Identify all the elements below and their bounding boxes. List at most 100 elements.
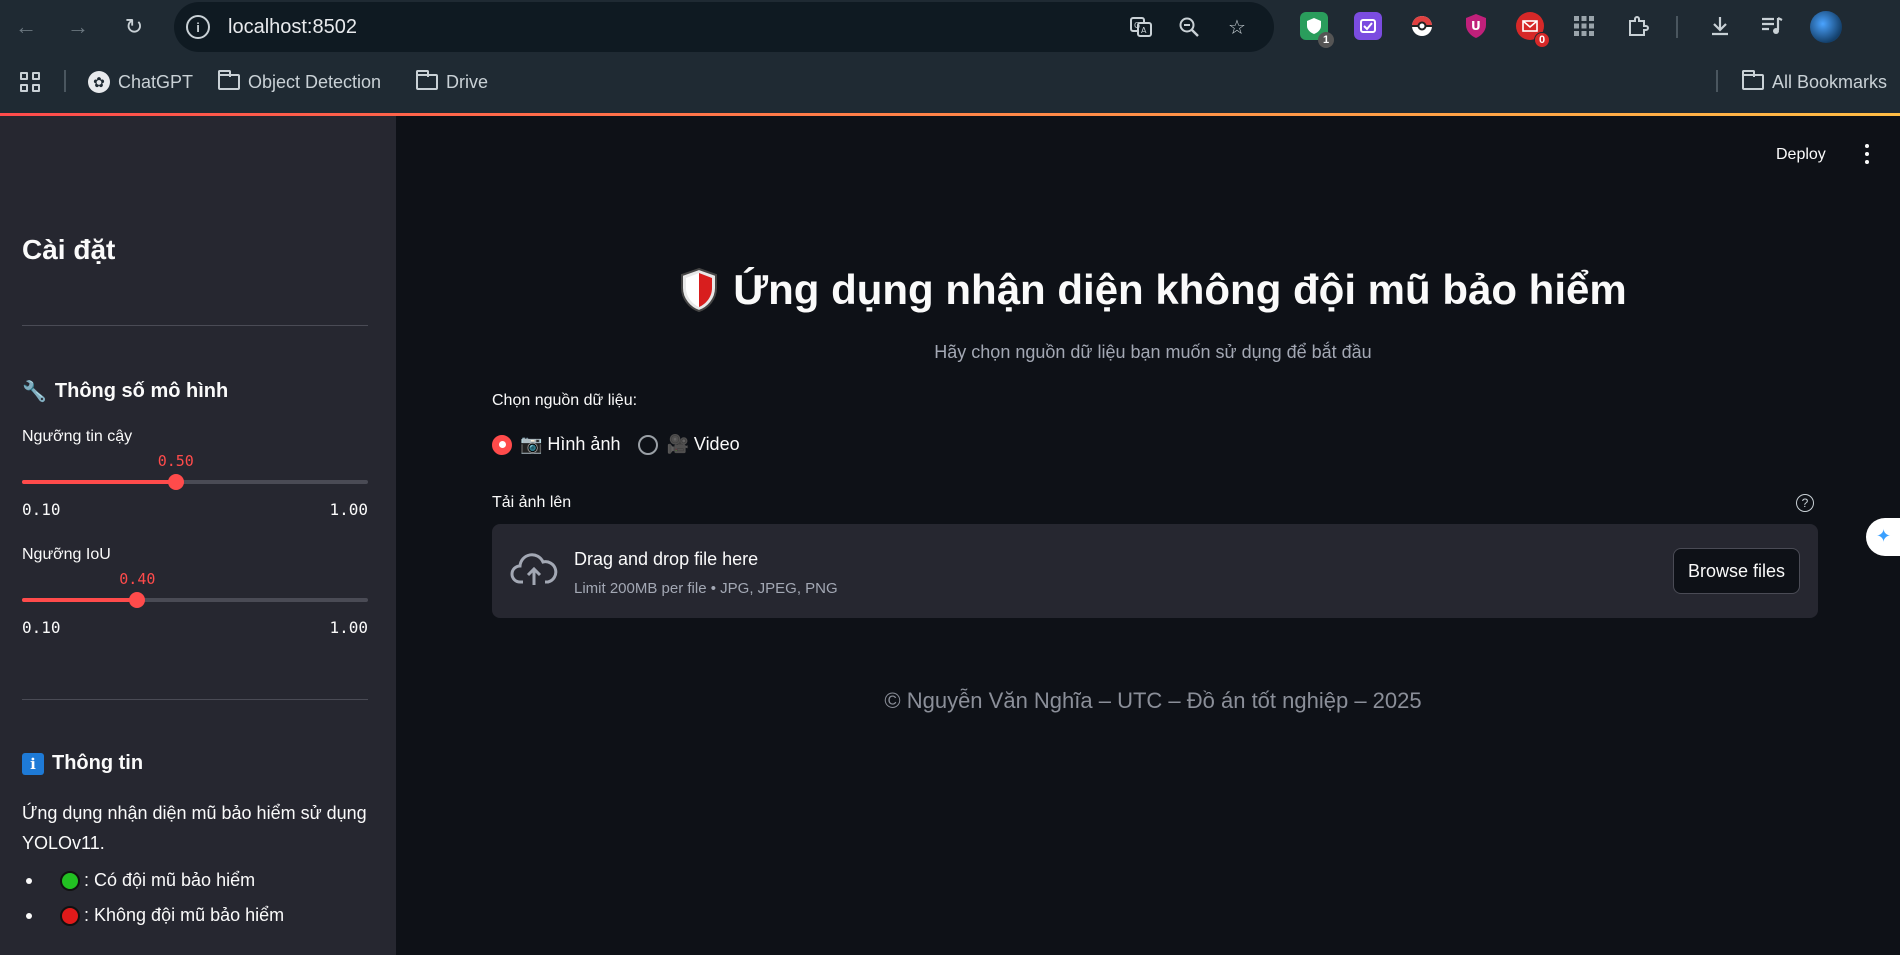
red-circle-icon <box>60 905 80 926</box>
iou-slider[interactable]: 0.40 <box>22 570 368 620</box>
zoom-icon[interactable] <box>1176 14 1202 40</box>
profile-avatar[interactable] <box>1810 11 1842 43</box>
confidence-range: 0.10 1.00 <box>22 500 368 519</box>
legend-text: : Có đội mũ bảo hiểm <box>84 870 256 890</box>
iou-range: 0.10 1.00 <box>22 618 368 637</box>
footer-text: © Nguyễn Văn Nghĩa – UTC – Đồ án tốt ngh… <box>884 688 1422 713</box>
url-text[interactable]: localhost:8502 <box>228 16 357 39</box>
dropzone-title: Drag and drop file here <box>574 549 759 569</box>
slider-max: 1.00 <box>329 618 368 637</box>
extensions-puzzle-icon[interactable] <box>1624 12 1652 40</box>
slider-max: 1.00 <box>329 500 368 519</box>
model-params-heading-text: Thông số mô hình <box>54 380 229 402</box>
help-icon[interactable]: ? <box>1796 494 1814 512</box>
svg-text:A: A <box>1141 26 1147 35</box>
list-bullet <box>26 912 32 919</box>
bookmark-divider <box>1716 70 1718 92</box>
download-icon[interactable] <box>1706 12 1734 40</box>
bookmark-label: ChatGPT <box>118 71 194 92</box>
media-queue-icon[interactable] <box>1758 12 1786 40</box>
sidebar-divider <box>22 325 368 326</box>
bookmark-drive[interactable]: Drive <box>416 70 488 94</box>
radio-button[interactable] <box>638 434 659 455</box>
file-dropzone[interactable]: Drag and drop file here Limit 200MB per … <box>492 524 1818 618</box>
sidebar-title: Cài đặt <box>22 234 116 265</box>
radio-label: 📷 Hình ảnh <box>520 434 621 454</box>
bookmark-all-bookmarks[interactable]: All Bookmarks <box>1742 70 1887 94</box>
browser-chrome: ← → ↻ i localhost:8502 GA ☆ 1 U 0 ✿ Chat… <box>0 0 1900 116</box>
bookmark-star-icon[interactable]: ☆ <box>1224 14 1250 40</box>
translate-icon[interactable]: GA <box>1128 14 1154 40</box>
sidebar: Cài đặt 🔧 Thông số mô hình Ngưỡng tin cậ… <box>0 116 396 955</box>
green-circle-icon <box>60 870 80 891</box>
radio-button-selected[interactable] <box>492 434 512 455</box>
ext-shield-icon[interactable]: 1 <box>1300 12 1334 48</box>
source-radio-group: 📷 Hình ảnh 🎥 Video <box>492 434 740 455</box>
ext-pokeball-icon[interactable] <box>1408 12 1436 40</box>
chatgpt-logo-icon: ✿ <box>88 71 110 93</box>
bookmark-chatgpt[interactable]: ✿ ChatGPT <box>88 70 193 94</box>
page-title: Ứng dụng nhận diện không đội mũ bảo hiểm <box>396 266 1900 314</box>
folder-icon <box>1742 70 1764 90</box>
slider-min: 0.10 <box>22 500 61 519</box>
ext-mail-icon[interactable]: 0 <box>1516 12 1550 48</box>
droplet-icon: ✦ <box>1876 526 1892 546</box>
info-description: Ứng dụng nhận diện mũ bảo hiểm sử dụng Y… <box>22 803 367 853</box>
slider-thumb[interactable] <box>167 474 184 490</box>
address-bar[interactable]: i localhost:8502 GA ☆ <box>174 2 1274 52</box>
forward-arrow-icon[interactable]: → <box>62 11 94 43</box>
radio-label: 🎥 Video <box>666 434 740 454</box>
sidebar-divider <box>22 699 368 700</box>
slider-fill <box>22 598 138 602</box>
ext-badge: 1 <box>1318 32 1334 48</box>
slider-thumb[interactable] <box>129 592 146 608</box>
deploy-button[interactable]: Deploy <box>1776 146 1826 164</box>
site-info-icon[interactable]: i <box>186 15 210 39</box>
ext-purple-icon[interactable] <box>1354 12 1382 40</box>
radio-image[interactable]: 📷 Hình ảnh <box>492 434 620 455</box>
main-menu-icon[interactable] <box>1862 144 1872 164</box>
cloud-upload-icon <box>510 553 558 585</box>
shield-icon <box>681 267 718 313</box>
svg-text:U: U <box>1471 19 1481 33</box>
bookmark-label: All Bookmarks <box>1772 71 1888 92</box>
bookmark-object-detection[interactable]: Object Detection <box>218 70 381 94</box>
wrench-icon: 🔧 <box>22 381 47 403</box>
bookmark-label: Drive <box>446 71 489 92</box>
page-subtitle: Hãy chọn nguồn dữ liệu bạn muốn sử dụng … <box>934 342 1372 362</box>
iou-label: Ngưỡng IoU <box>22 546 111 563</box>
info-heading-text: Thông tin <box>52 752 144 774</box>
folder-icon <box>416 70 438 90</box>
apps-grid-icon[interactable] <box>1570 12 1598 40</box>
confidence-slider[interactable]: 0.50 <box>22 452 368 502</box>
reload-icon[interactable]: ↻ <box>118 11 150 43</box>
slider-value: 0.50 <box>157 452 194 470</box>
legend-text: : Không đội mũ bảo hiểm <box>84 905 285 925</box>
list-bullet <box>26 877 32 884</box>
floating-widget[interactable]: ✦ <box>1866 518 1900 556</box>
slider-fill <box>22 480 176 484</box>
slider-min: 0.10 <box>22 618 61 637</box>
bookmark-divider <box>64 70 66 92</box>
svg-text:G: G <box>1134 21 1140 30</box>
legend-item-helmet: : Có đội mũ bảo hiểm <box>22 870 255 891</box>
bookmarks-bar: ✿ ChatGPT Object Detection Drive All Boo… <box>0 58 1900 104</box>
radio-video[interactable]: 🎥 Video <box>638 434 740 455</box>
ext-ublock-icon[interactable]: U <box>1462 12 1490 40</box>
confidence-label: Ngưỡng tin cậy <box>22 428 133 445</box>
browser-toolbar: ← → ↻ i localhost:8502 GA ☆ 1 U 0 <box>0 0 1900 54</box>
model-params-heading: 🔧 Thông số mô hình <box>22 379 228 404</box>
slider-value: 0.40 <box>119 570 156 588</box>
browse-files-button[interactable]: Browse files <box>1672 548 1800 594</box>
upload-label: Tải ảnh lên <box>492 494 572 511</box>
bookmark-label: Object Detection <box>248 71 382 92</box>
page-title-text: Ứng dụng nhận diện không đội mũ bảo hiểm <box>733 266 1627 313</box>
main-content: Deploy Ứng dụng nhận diện không đội mũ b… <box>396 116 1900 955</box>
info-icon: ℹ <box>22 752 44 775</box>
back-arrow-icon[interactable]: ← <box>10 11 42 43</box>
legend-item-no-helmet: : Không đội mũ bảo hiểm <box>22 905 284 926</box>
apps-shortcut-icon[interactable] <box>20 70 40 94</box>
toolbar-divider <box>1676 16 1678 38</box>
folder-icon <box>218 70 240 90</box>
info-heading: ℹ Thông tin <box>22 752 143 775</box>
